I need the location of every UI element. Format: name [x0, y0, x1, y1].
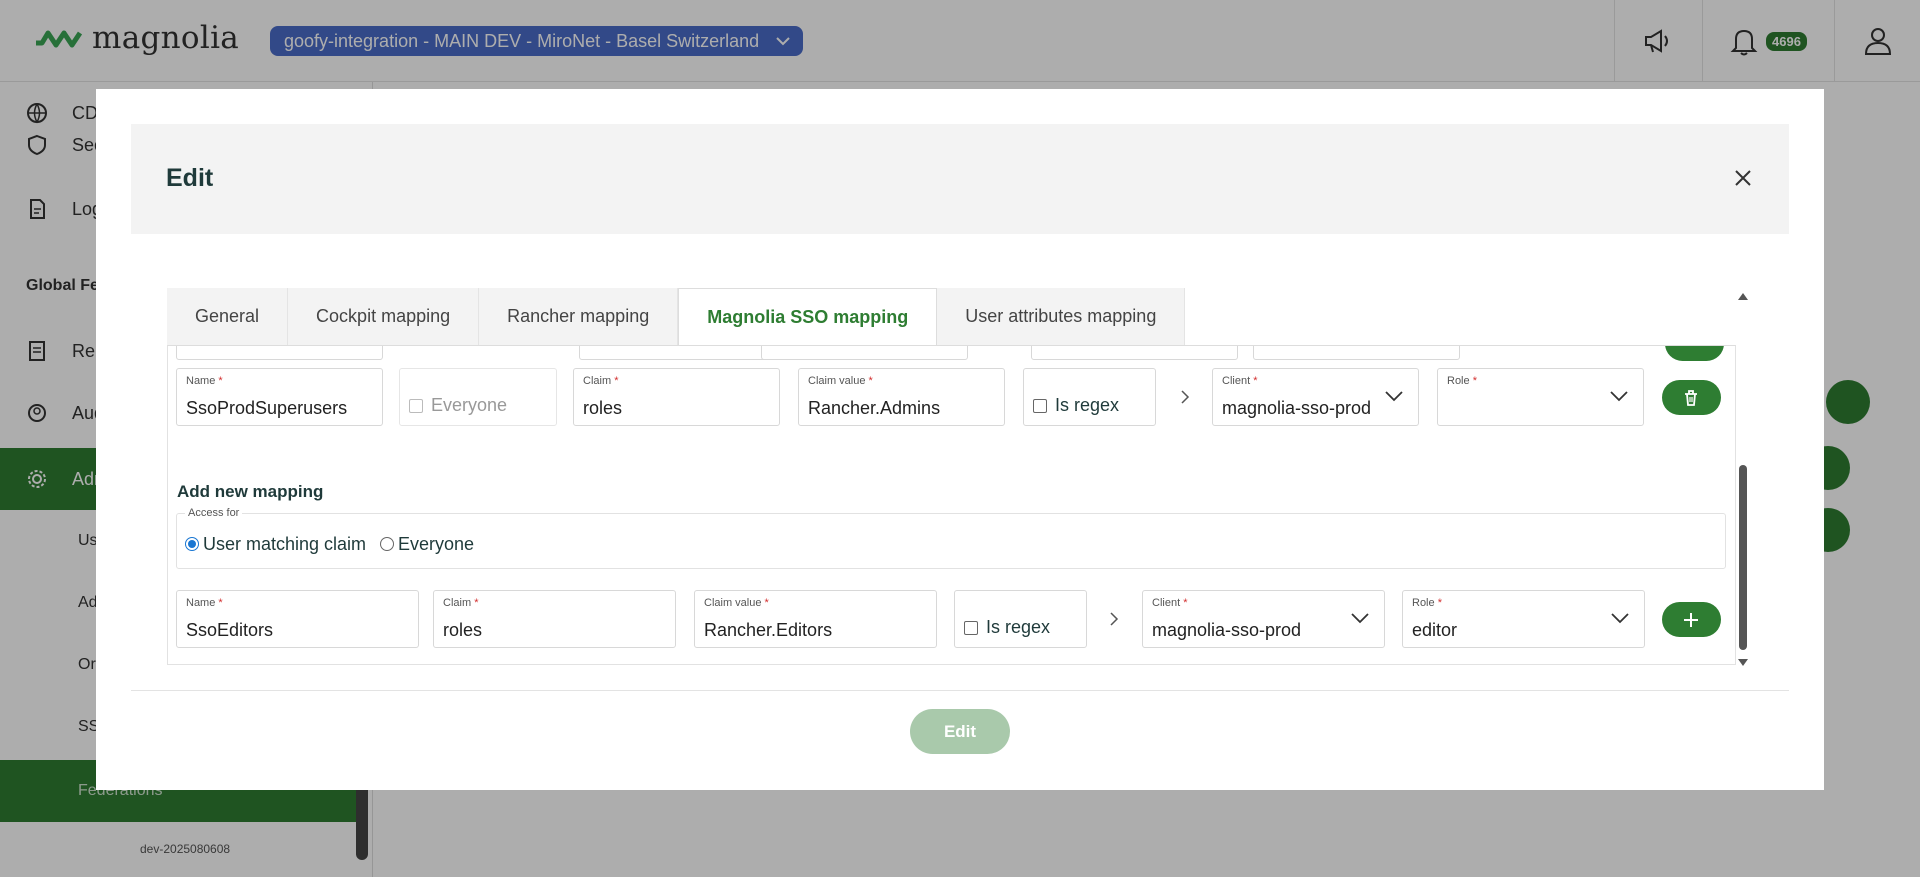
access-option-label: User matching claim	[203, 534, 367, 554]
client-label: Client	[1152, 597, 1181, 609]
field-label: Role *	[1412, 597, 1442, 609]
new-claim-field[interactable]: Claim * roles	[433, 590, 676, 648]
is-regex-field[interactable]: Is regex	[1023, 368, 1156, 426]
claim-value-label: Claim value	[808, 375, 866, 387]
role-label: Role	[1412, 597, 1435, 609]
client-value: magnolia-sso-prod	[1222, 398, 1372, 418]
edit-submit-button[interactable]: Edit	[910, 709, 1010, 754]
name-value: SsoProdSuperusers	[186, 398, 348, 418]
new-client-select[interactable]: Client * magnolia-sso-prod	[1142, 590, 1385, 648]
everyone-option: Everyone	[409, 395, 507, 416]
role-select[interactable]: Role *	[1437, 368, 1644, 426]
field-label: Claim *	[583, 375, 619, 387]
client-select[interactable]: Client * magnolia-sso-prod	[1212, 368, 1419, 426]
previous-row-field	[176, 346, 383, 360]
everyone-checkbox-field: Everyone	[399, 368, 557, 426]
scroll-up-arrow-icon[interactable]	[1737, 291, 1749, 301]
tab-bar: General Cockpit mapping Rancher mapping …	[167, 288, 1186, 346]
claim-value-field[interactable]: Claim value * Rancher.Admins	[798, 368, 1005, 426]
claim-value-label: Claim value	[704, 597, 762, 609]
scroll-down-arrow-icon[interactable]	[1737, 658, 1749, 668]
tab-user-attributes-mapping[interactable]: User attributes mapping	[937, 288, 1186, 345]
access-for-label: Access for	[185, 507, 243, 519]
new-name-field[interactable]: Name * SsoEditors	[176, 590, 419, 648]
plus-icon	[1684, 613, 1698, 627]
everyone-label: Everyone	[431, 395, 508, 415]
previous-row-field	[579, 346, 786, 360]
field-label: Role *	[1447, 375, 1477, 387]
field-label: Name *	[186, 597, 223, 609]
radio-unselected[interactable]	[380, 537, 394, 551]
access-option-everyone[interactable]: Everyone	[380, 534, 474, 555]
field-label: Name *	[186, 375, 223, 387]
access-for-group: Access for User matching claim Everyone	[176, 507, 1726, 569]
sso-mapping-panel: Name * SsoProdSuperusers Everyone Claim …	[167, 345, 1736, 665]
claim-value: roles	[443, 620, 483, 640]
field-label: Claim value *	[704, 597, 769, 609]
radio-selected[interactable]	[185, 537, 199, 551]
edit-dialog: Edit General Cockpit mapping Rancher map…	[96, 89, 1824, 790]
dialog-header: Edit	[131, 124, 1789, 234]
client-label: Client	[1222, 375, 1251, 387]
add-new-mapping-title: Add new mapping	[177, 482, 324, 501]
is-regex-checkbox[interactable]	[964, 621, 978, 636]
chevron-right-icon	[1110, 612, 1119, 626]
trash-icon	[1685, 390, 1697, 406]
claim-label: Claim	[583, 375, 612, 387]
claim-value-text: Rancher.Admins	[808, 398, 941, 418]
everyone-checkbox	[409, 399, 423, 414]
panel-scrollbar-thumb[interactable]	[1739, 465, 1747, 650]
previous-row-field	[1253, 346, 1460, 360]
name-label: Name	[186, 597, 216, 609]
access-option-label: Everyone	[398, 534, 475, 554]
new-is-regex-field[interactable]: Is regex	[954, 590, 1087, 648]
name-label: Name	[186, 375, 216, 387]
delete-mapping-button[interactable]	[1662, 380, 1721, 415]
previous-row-field	[761, 346, 968, 360]
name-value: SsoEditors	[186, 620, 274, 640]
field-label: Claim value *	[808, 375, 873, 387]
tab-rancher-mapping[interactable]: Rancher mapping	[479, 288, 679, 345]
chevron-down-icon	[1611, 613, 1629, 624]
previous-row-delete-button[interactable]	[1665, 346, 1724, 361]
dialog-title: Edit	[166, 164, 214, 192]
previous-row-field	[1031, 346, 1238, 360]
access-option-user-matching-claim[interactable]: User matching claim	[185, 534, 366, 555]
chevron-down-icon	[1351, 613, 1369, 624]
field-label: Client *	[1222, 375, 1258, 387]
is-regex-label: Is regex	[986, 617, 1051, 637]
claim-value: roles	[583, 398, 623, 418]
new-role-select[interactable]: Role * editor	[1402, 590, 1645, 648]
field-label: Client *	[1152, 597, 1188, 609]
claim-label: Claim	[443, 597, 472, 609]
dialog-footer-divider	[131, 690, 1789, 691]
tab-general[interactable]: General	[167, 288, 289, 345]
claim-field[interactable]: Claim * roles	[573, 368, 780, 426]
is-regex-option: Is regex	[964, 617, 1050, 638]
claim-value-text: Rancher.Editors	[704, 620, 833, 640]
chevron-down-icon	[1385, 391, 1403, 402]
mapping-name-field[interactable]: Name * SsoProdSuperusers	[176, 368, 383, 426]
is-regex-label: Is regex	[1055, 395, 1120, 415]
tab-cockpit-mapping[interactable]: Cockpit mapping	[288, 288, 480, 345]
is-regex-checkbox[interactable]	[1033, 399, 1047, 414]
field-label: Claim *	[443, 597, 479, 609]
close-icon[interactable]	[1731, 166, 1755, 190]
tab-magnolia-sso-mapping[interactable]: Magnolia SSO mapping	[678, 288, 938, 346]
role-label: Role	[1447, 375, 1470, 387]
is-regex-option: Is regex	[1033, 395, 1119, 416]
role-value: editor	[1412, 620, 1458, 640]
add-mapping-button[interactable]	[1662, 602, 1721, 637]
chevron-right-icon	[1181, 390, 1190, 404]
chevron-down-icon	[1610, 391, 1628, 402]
new-claim-value-field[interactable]: Claim value * Rancher.Editors	[694, 590, 937, 648]
client-value: magnolia-sso-prod	[1152, 620, 1302, 640]
